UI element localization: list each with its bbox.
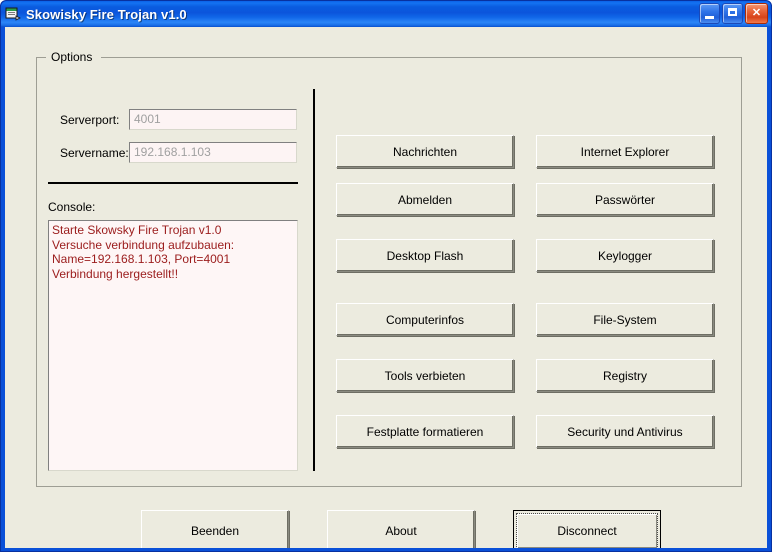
window-title: Skowisky Fire Trojan v1.0: [26, 7, 187, 22]
console-line: Versuche verbindung aufzubauen: Name=192…: [52, 238, 294, 267]
disconnect-button-label: Disconnect: [516, 513, 658, 548]
client-area: Options Serverport: 4001 Servername: 192…: [5, 27, 767, 548]
close-icon: ✕: [746, 4, 767, 23]
console-line: Starte Skowsky Fire Trojan v1.0: [52, 223, 294, 238]
serverport-label: Serverport:: [60, 113, 119, 127]
servername-label: Servername:: [60, 146, 129, 160]
console-label: Console:: [48, 200, 95, 214]
serverport-input[interactable]: 4001: [129, 109, 297, 130]
horizontal-divider: [48, 182, 298, 184]
groupbox-border-right: [101, 57, 742, 58]
action-button-tools-verbieten[interactable]: Tools verbieten: [336, 359, 514, 392]
quit-button[interactable]: Beenden: [141, 510, 289, 548]
vertical-divider: [313, 89, 315, 471]
title-bar[interactable]: Skowisky Fire Trojan v1.0 ✕: [1, 1, 771, 27]
action-button-internet-explorer[interactable]: Internet Explorer: [536, 135, 714, 168]
action-button-desktop-flash[interactable]: Desktop Flash: [336, 239, 514, 272]
about-button[interactable]: About: [327, 510, 475, 548]
groupbox-border-left: [36, 57, 46, 58]
application-window: Skowisky Fire Trojan v1.0 ✕ Options Serv…: [0, 0, 772, 552]
maximize-button[interactable]: [722, 3, 743, 24]
servername-input[interactable]: 192.168.1.103: [129, 142, 297, 163]
action-button-abmelden[interactable]: Abmelden: [336, 183, 514, 216]
action-button-keylogger[interactable]: Keylogger: [536, 239, 714, 272]
action-button-festplatte-formatieren[interactable]: Festplatte formatieren: [336, 415, 514, 448]
action-button-file-system[interactable]: File-System: [536, 303, 714, 336]
close-button[interactable]: ✕: [745, 3, 768, 24]
window-controls: ✕: [699, 3, 768, 24]
action-button-security-und-antivirus[interactable]: Security und Antivirus: [536, 415, 714, 448]
disconnect-button[interactable]: Disconnect: [513, 510, 661, 548]
console-line: Verbindung hergestellt!!: [52, 267, 294, 282]
action-button-registry[interactable]: Registry: [536, 359, 714, 392]
console-output[interactable]: Starte Skowsky Fire Trojan v1.0 Versuche…: [48, 220, 298, 471]
action-button-passwoerter[interactable]: Passwörter: [536, 183, 714, 216]
options-groupbox-label: Options: [48, 50, 95, 64]
action-button-nachrichten[interactable]: Nachrichten: [336, 135, 514, 168]
minimize-button[interactable]: [699, 3, 720, 24]
action-button-computerinfos[interactable]: Computerinfos: [336, 303, 514, 336]
vb-form-icon: [5, 6, 21, 22]
